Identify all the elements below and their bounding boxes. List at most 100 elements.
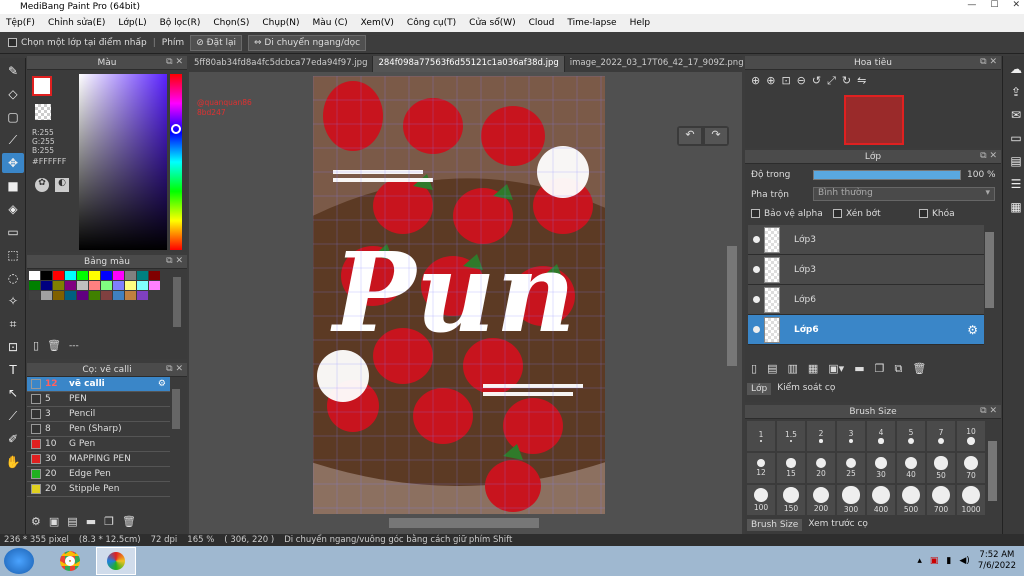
swatch[interactable] <box>29 281 40 290</box>
canvas-image[interactable]: Pun <box>313 76 605 514</box>
trash-icon[interactable]: 🗑 <box>122 515 136 528</box>
duplicate-icon[interactable]: ❐ <box>875 362 885 376</box>
tab-document-1[interactable]: 5ff80ab34fd8a4fc5dcbca77eda94f97.jpg <box>189 56 374 72</box>
select-rect-icon[interactable]: ▢ <box>2 107 24 127</box>
panel-icon[interactable]: ▭ <box>1005 128 1024 148</box>
tab-brush-size[interactable]: Brush Size <box>747 519 803 531</box>
swatch[interactable] <box>53 271 64 280</box>
brush-size-cell[interactable]: 4 <box>867 421 895 451</box>
hue-handle[interactable] <box>171 124 181 134</box>
swatch[interactable] <box>125 281 136 290</box>
zoom-in-icon[interactable]: ⊕ <box>751 74 760 88</box>
document-icon[interactable]: ▤ <box>1005 151 1024 171</box>
brush-item[interactable]: 8 Pen (Sharp) <box>27 422 170 437</box>
rotate-left-icon[interactable]: ↺ <box>812 74 821 88</box>
duplicate-icon[interactable]: ❐ <box>104 515 114 528</box>
merge-icon[interactable]: ⧉ <box>894 362 902 376</box>
folder-icon[interactable]: ▬ <box>854 362 864 376</box>
menu-timelapse[interactable]: Time-lapse <box>567 18 616 28</box>
brush-size-cell[interactable]: 2 <box>807 421 835 451</box>
network-icon[interactable]: ▮ <box>946 556 951 566</box>
brush-size-cell[interactable]: 15 <box>777 453 805 483</box>
list-icon[interactable]: ☰ <box>1005 174 1024 194</box>
rect-tool-icon[interactable]: ■ <box>2 176 24 196</box>
pen-tool-icon[interactable]: ✐ <box>2 429 24 449</box>
swatch[interactable] <box>41 281 52 290</box>
tab-brush-control[interactable]: Kiểm soát cọ <box>777 383 835 395</box>
undo-icon[interactable]: ↶ <box>679 128 701 144</box>
brush-item[interactable]: 10 G Pen <box>27 437 170 452</box>
swatch[interactable] <box>125 291 136 300</box>
zoom-out-icon[interactable]: ⊖ <box>797 74 806 88</box>
swatch[interactable] <box>41 271 52 280</box>
brush-size-cell[interactable]: 50 <box>927 453 955 483</box>
reset-button[interactable]: ⊘ Đặt lại <box>190 34 242 51</box>
redo-icon[interactable]: ↷ <box>705 128 727 144</box>
panel-menu-icon[interactable]: ⧉ ✕ <box>166 256 183 266</box>
scrollbar[interactable] <box>985 232 994 308</box>
brush-add-icon[interactable]: ⚙ <box>31 515 41 528</box>
maximize-icon[interactable]: ☐ <box>990 0 998 10</box>
layer-row[interactable]: Lớp3 <box>748 225 984 255</box>
layer-row[interactable]: Lớp6 <box>748 285 984 315</box>
close-icon[interactable]: ✕ <box>1012 0 1020 10</box>
transparent-color[interactable] <box>35 104 51 120</box>
flip-icon[interactable]: ⇋ <box>857 74 866 88</box>
fill-tool-icon[interactable]: ◈ <box>2 199 24 219</box>
menu-window[interactable]: Cửa sổ(W) <box>469 18 515 28</box>
eyedropper-icon[interactable]: ⟋ <box>2 406 24 426</box>
brush-size-cell[interactable]: 70 <box>957 453 985 483</box>
tab-document-3[interactable]: image_2022_03_17T06_42_17_909Z.png <box>565 56 750 72</box>
visibility-icon[interactable] <box>753 236 760 243</box>
menu-tools[interactable]: Công cụ(T) <box>407 18 456 28</box>
menu-filter[interactable]: Bộ lọc(R) <box>160 18 201 28</box>
swatch[interactable] <box>113 281 124 290</box>
brush-size-cell[interactable]: 1.5 <box>777 421 805 451</box>
swatch[interactable] <box>137 281 148 290</box>
horizontal-scrollbar[interactable] <box>389 518 539 528</box>
blend-select[interactable]: Bình thường ▾ <box>813 187 995 201</box>
clipping-checkbox[interactable]: Xén bớt <box>833 209 881 219</box>
operation-tool-icon[interactable]: ↖ <box>2 383 24 403</box>
brush-size-cell[interactable]: 400 <box>867 485 895 515</box>
brush-size-cell[interactable]: 7 <box>927 421 955 451</box>
menu-snap[interactable]: Chụp(N) <box>262 18 299 28</box>
brush-size-cell[interactable]: 100 <box>747 485 775 515</box>
brush-size-cell[interactable]: 150 <box>777 485 805 515</box>
new-1bit-layer-icon[interactable]: ▦ <box>808 362 818 376</box>
swatch[interactable] <box>29 271 40 280</box>
brush-size-cell[interactable]: 25 <box>837 453 865 483</box>
menu-select[interactable]: Chọn(S) <box>213 18 249 28</box>
swatch[interactable] <box>101 281 112 290</box>
swatch[interactable] <box>29 291 40 300</box>
brush-size-cell[interactable]: 300 <box>837 485 865 515</box>
brush-menu-icon[interactable]: ▣ <box>49 515 59 528</box>
rotate-right-icon[interactable]: ↻ <box>842 74 851 88</box>
menu-help[interactable]: Help <box>630 18 651 28</box>
swatch[interactable] <box>41 291 52 300</box>
panel-menu-icon[interactable]: ⧉ ✕ <box>166 364 183 374</box>
medibang-taskbar-icon[interactable] <box>96 547 136 575</box>
text-tool-icon[interactable]: T <box>2 360 24 380</box>
brush-item[interactable]: 20 Edge Pen <box>27 467 170 482</box>
menu-layer[interactable]: Lớp(L) <box>118 18 146 28</box>
brush-item[interactable]: 3 Pencil <box>27 407 170 422</box>
zoom-in-alt-icon[interactable]: ⊕ <box>766 74 775 88</box>
brush-size-cell[interactable]: 5 <box>897 421 925 451</box>
swatch[interactable] <box>53 281 64 290</box>
swatch[interactable] <box>137 271 148 280</box>
select-layer-checkbox[interactable]: Chọn một lớp tại điểm nhấp <box>8 37 147 48</box>
tab-document-2[interactable]: 284f098a77563f6d55121c1a036af38d.jpg <box>373 56 565 72</box>
move-mode-button[interactable]: ⇔ Di chuyển ngang/dọc <box>248 34 367 51</box>
start-button[interactable] <box>4 548 34 574</box>
layer-menu-icon[interactable]: ▣▾ <box>828 362 844 376</box>
new-swatch-icon[interactable]: ▯ <box>33 339 39 352</box>
panel-menu-icon[interactable]: ⧉ ✕ <box>980 151 997 161</box>
visibility-icon[interactable] <box>753 296 760 303</box>
brush-size-cell[interactable]: 500 <box>897 485 925 515</box>
menu-file[interactable]: Tệp(F) <box>6 18 35 28</box>
brush-size-cell[interactable]: 1 <box>747 421 775 451</box>
chrome-icon[interactable] <box>52 548 88 574</box>
swatch[interactable] <box>77 271 88 280</box>
brush-size-cell[interactable]: 700 <box>927 485 955 515</box>
